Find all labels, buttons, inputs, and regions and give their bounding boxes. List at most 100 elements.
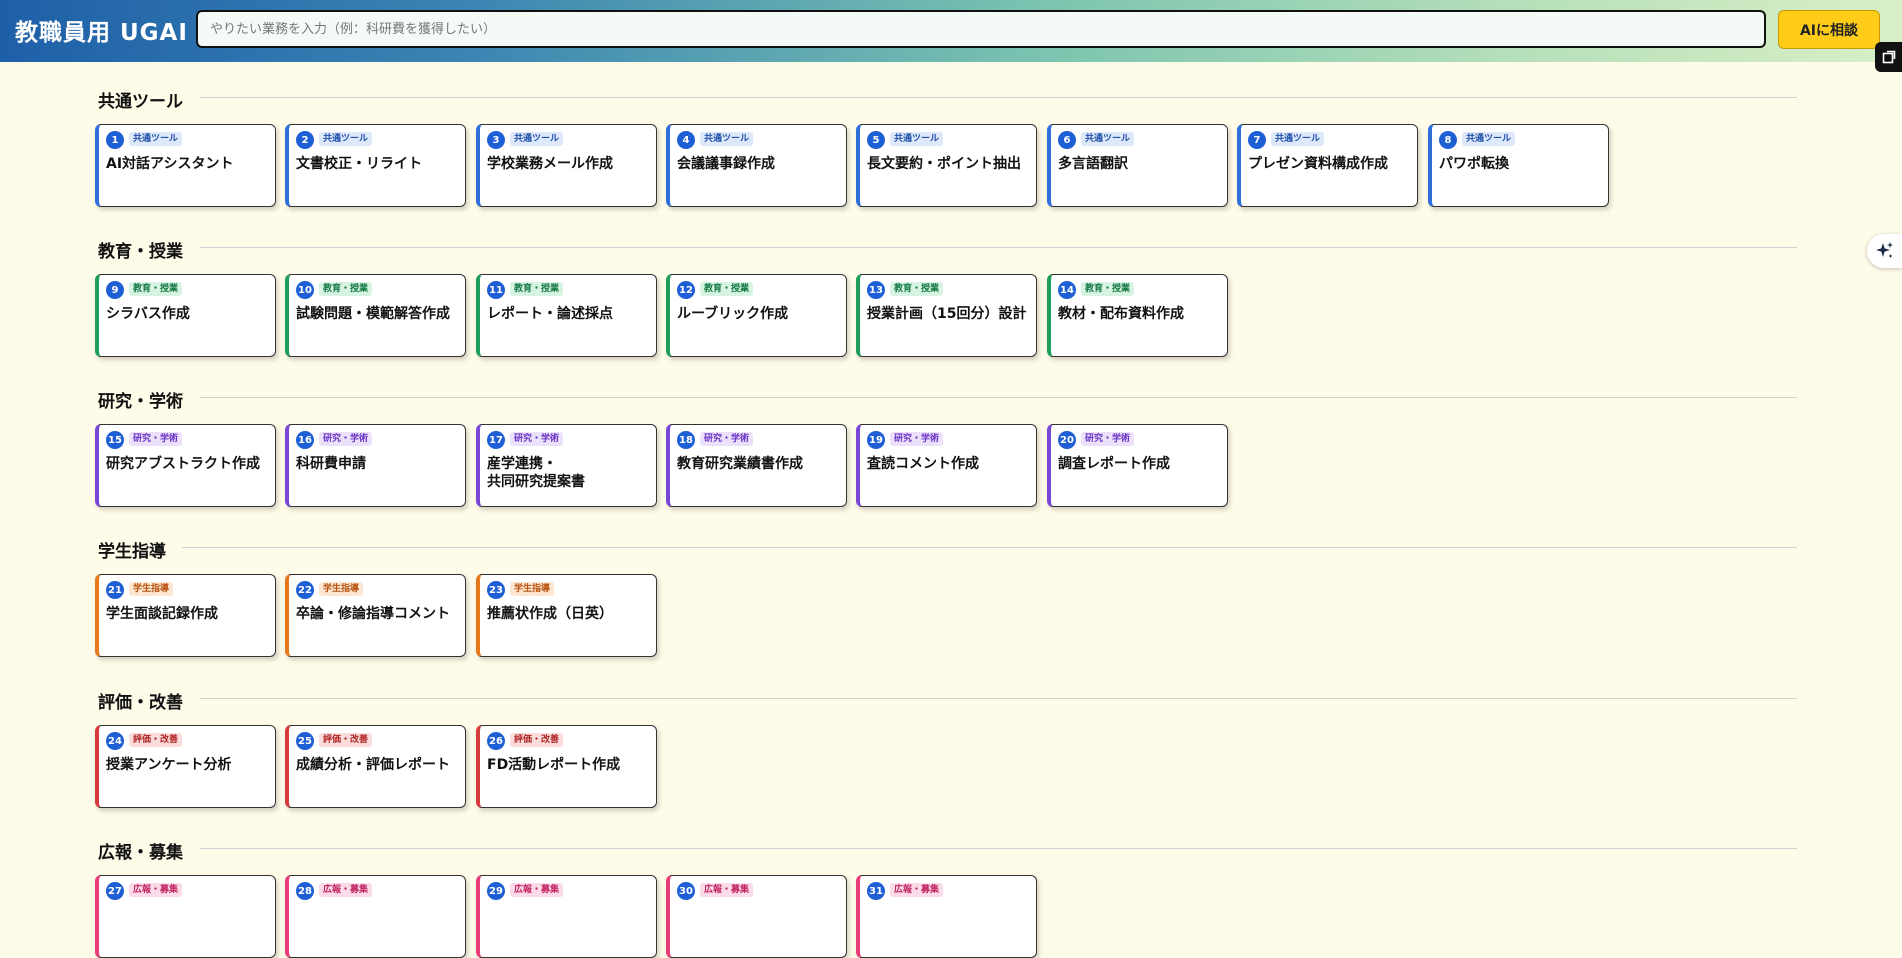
tool-label: AI対話アシスタント (106, 156, 234, 172)
category-tag: 教育・授業 (700, 282, 754, 296)
section-title: 研究・学術 (98, 392, 183, 412)
tool-label: レポート・論述採点 (487, 306, 613, 322)
category-tag: 共通ツール (700, 132, 754, 146)
tool-number-badge: 15 (106, 431, 124, 449)
tool-card[interactable]: 19 研究・学術 査読コメント作成 (856, 424, 1037, 507)
section-divider (182, 547, 1797, 548)
tool-number-badge: 9 (106, 281, 124, 299)
tool-label: 学生面談記録作成 (106, 606, 218, 622)
category-tag: 共通ツール (890, 132, 944, 146)
category-tag: 研究・学術 (700, 432, 754, 446)
tool-card[interactable]: 29 広報・募集 (476, 875, 657, 958)
tool-label: 教育研究業績書作成 (677, 456, 803, 472)
tool-label: シラバス作成 (106, 306, 190, 322)
tool-card[interactable]: 3 共通ツール 学校業務メール作成 (476, 124, 657, 207)
tool-number-badge: 12 (677, 281, 695, 299)
section-title: 学生指導 (98, 542, 166, 562)
tool-card[interactable]: 13 教育・授業 授業計画（15回分）設計 (856, 274, 1037, 357)
category-tag: 教育・授業 (510, 282, 564, 296)
tool-card[interactable]: 8 共通ツール パワポ転換 (1428, 124, 1609, 207)
tool-card[interactable]: 9 教育・授業シラバス作成 (95, 274, 276, 357)
category-tag: 教育・授業 (129, 282, 183, 296)
tool-label: 研究アブストラクト作成 (106, 456, 260, 472)
category-tag: 共通ツール (1271, 132, 1325, 146)
category-tag: 広報・募集 (319, 883, 373, 897)
tool-card[interactable]: 2 共通ツール 文書校正・リライト (285, 124, 466, 207)
tool-label: 推薦状作成（日英） (487, 606, 613, 622)
section-title: 共通ツール (98, 92, 183, 112)
tool-number-badge: 16 (296, 431, 314, 449)
tool-card[interactable]: 30 広報・募集 (666, 875, 847, 958)
tool-card[interactable]: 22 学生指導 卒論・修論指導コメント (285, 574, 466, 657)
category-tag: 学生指導 (319, 582, 364, 596)
category-tag: 教育・授業 (890, 282, 944, 296)
section-title: 教育・授業 (98, 242, 183, 262)
category-tag: 共通ツール (1462, 132, 1516, 146)
side-panel-toggle-button[interactable] (1875, 42, 1902, 72)
tool-number-badge: 4 (677, 131, 695, 149)
tool-number-badge: 21 (106, 581, 124, 599)
tool-card[interactable]: 4 共通ツール 会議議事録作成 (666, 124, 847, 207)
tool-card[interactable]: 31 広報・募集 (856, 875, 1037, 958)
tool-label: 授業計画（15回分）設計 (867, 306, 1027, 322)
tool-number-badge: 11 (487, 281, 505, 299)
category-tag: 評価・改善 (129, 733, 183, 747)
tool-number-badge: 14 (1058, 281, 1076, 299)
tool-number-badge: 2 (296, 131, 314, 149)
tool-label: 教材・配布資料作成 (1058, 306, 1184, 322)
tool-number-badge: 28 (296, 882, 314, 900)
section-divider (200, 397, 1797, 398)
tool-card[interactable]: 6 共通ツール 多言語翻訳 (1047, 124, 1228, 207)
ai-assistant-button[interactable] (1867, 234, 1902, 268)
tool-card[interactable]: 23 学生指導 推薦状作成（日英） (476, 574, 657, 657)
tool-label: プレゼン資料構成作成 (1248, 156, 1388, 172)
tool-card[interactable]: 17 研究・学術 産学連携・ 共同研究提案書 (476, 424, 657, 507)
tool-card[interactable]: 26 評価・改善 FD活動レポート作成 (476, 725, 657, 808)
tool-label: 科研費申請 (296, 456, 366, 472)
tool-label: パワポ転換 (1439, 156, 1509, 172)
tool-card[interactable]: 10 教育・授業 試験問題・模範解答作成 (285, 274, 466, 357)
tool-card[interactable]: 21 学生指導 学生面談記録作成 (95, 574, 276, 657)
tool-number-badge: 18 (677, 431, 695, 449)
tool-number-badge: 25 (296, 732, 314, 750)
tool-number-badge: 10 (296, 281, 314, 299)
tool-card[interactable]: 1 共通ツール AI対話アシスタント (95, 124, 276, 207)
tool-card[interactable]: 20 研究・学術 調査レポート作成 (1047, 424, 1228, 507)
category-tag: 研究・学術 (510, 432, 564, 446)
tool-card[interactable]: 24 評価・改善 授業アンケート分析 (95, 725, 276, 808)
task-search-input[interactable] (196, 10, 1766, 48)
tool-card[interactable]: 11 教育・授業レポート・論述採点 (476, 274, 657, 357)
tool-card[interactable]: 27 広報・募集 (95, 875, 276, 958)
category-tag: 評価・改善 (510, 733, 564, 747)
section-divider (200, 97, 1797, 98)
tool-number-badge: 23 (487, 581, 505, 599)
tool-number-badge: 3 (487, 131, 505, 149)
tool-card[interactable]: 5 共通ツール長文要約・ポイント抽出 (856, 124, 1037, 207)
ai-consult-button[interactable]: AIに相談 (1778, 10, 1880, 49)
category-tag: 共通ツール (319, 132, 373, 146)
category-tag: 研究・学術 (129, 432, 183, 446)
tool-number-badge: 7 (1248, 131, 1266, 149)
section-divider (200, 247, 1797, 248)
tool-card[interactable]: 7 共通ツールプレゼン資料構成作成 (1237, 124, 1418, 207)
tool-card[interactable]: 25 評価・改善 成績分析・評価レポート (285, 725, 466, 808)
section-title: 評価・改善 (98, 693, 183, 713)
tool-number-badge: 30 (677, 882, 695, 900)
category-tag: 教育・授業 (1081, 282, 1135, 296)
tool-card[interactable]: 16 研究・学術 科研費申請 (285, 424, 466, 507)
tool-card[interactable]: 14 教育・授業教材・配布資料作成 (1047, 274, 1228, 357)
tool-card[interactable]: 12 教育・授業 ルーブリック作成 (666, 274, 847, 357)
category-tag: 評価・改善 (319, 733, 373, 747)
tool-number-badge: 26 (487, 732, 505, 750)
tool-card[interactable]: 15 研究・学術研究アブストラクト作成 (95, 424, 276, 507)
tool-card[interactable]: 28 広報・募集 (285, 875, 466, 958)
category-tag: 広報・募集 (510, 883, 564, 897)
tool-number-badge: 5 (867, 131, 885, 149)
tool-number-badge: 22 (296, 581, 314, 599)
category-tag: 研究・学術 (1081, 432, 1135, 446)
category-tag: 共通ツール (510, 132, 564, 146)
tool-number-badge: 27 (106, 882, 124, 900)
tool-card[interactable]: 18 研究・学術教育研究業績書作成 (666, 424, 847, 507)
tool-label: 長文要約・ポイント抽出 (867, 156, 1021, 172)
category-tag: 広報・募集 (890, 883, 944, 897)
